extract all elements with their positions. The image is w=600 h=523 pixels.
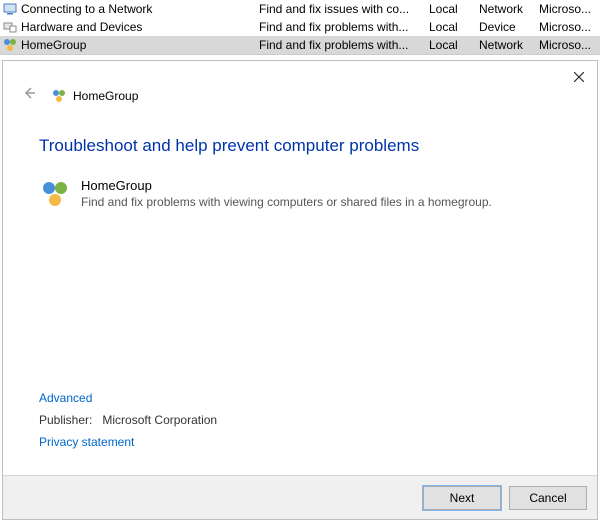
row-desc: Find and fix problems with... xyxy=(259,20,429,34)
homegroup-icon xyxy=(2,37,18,53)
homegroup-icon xyxy=(39,178,71,210)
homegroup-icon xyxy=(51,88,67,104)
dialog-body: Troubleshoot and help prevent computer p… xyxy=(3,106,597,210)
troubleshooter-item[interactable]: HomeGroup Find and fix problems with vie… xyxy=(39,178,561,210)
row-location: Local xyxy=(429,38,479,52)
row-category: Device xyxy=(479,20,539,34)
troubleshooter-list: Connecting to a Network Find and fix iss… xyxy=(0,0,600,55)
page-title: Troubleshoot and help prevent computer p… xyxy=(39,136,561,156)
dialog-header: HomeGroup xyxy=(3,61,597,106)
row-name: Hardware and Devices xyxy=(21,20,259,34)
row-desc: Find and fix problems with... xyxy=(259,38,429,52)
list-row[interactable]: Hardware and Devices Find and fix proble… xyxy=(0,18,600,36)
row-publisher: Microso... xyxy=(539,38,594,52)
close-button[interactable] xyxy=(569,67,589,87)
row-publisher: Microso... xyxy=(539,2,594,16)
device-icon xyxy=(2,19,18,35)
breadcrumb: HomeGroup xyxy=(73,89,138,103)
next-button[interactable]: Next xyxy=(423,486,501,510)
publisher-label: Publisher: xyxy=(39,413,92,427)
advanced-link[interactable]: Advanced xyxy=(39,391,217,405)
dialog-lower: Advanced Publisher: Microsoft Corporatio… xyxy=(39,387,217,453)
row-location: Local xyxy=(429,20,479,34)
privacy-link[interactable]: Privacy statement xyxy=(39,435,217,449)
row-category: Network xyxy=(479,2,539,16)
troubleshooter-dialog: HomeGroup Troubleshoot and help prevent … xyxy=(2,60,598,520)
publisher-row: Publisher: Microsoft Corporation xyxy=(39,413,217,427)
row-desc: Find and fix issues with co... xyxy=(259,2,429,16)
cancel-button[interactable]: Cancel xyxy=(509,486,587,510)
row-name: Connecting to a Network xyxy=(21,2,259,16)
dialog-footer: Next Cancel xyxy=(3,475,597,519)
back-arrow-icon[interactable] xyxy=(21,85,37,106)
list-row[interactable]: HomeGroup Find and fix problems with... … xyxy=(0,36,600,54)
row-publisher: Microso... xyxy=(539,20,594,34)
row-name: HomeGroup xyxy=(21,38,259,52)
item-name: HomeGroup xyxy=(81,178,492,194)
network-icon xyxy=(2,1,18,17)
publisher-value: Microsoft Corporation xyxy=(102,413,217,427)
row-category: Network xyxy=(479,38,539,52)
list-row[interactable]: Connecting to a Network Find and fix iss… xyxy=(0,0,600,18)
row-location: Local xyxy=(429,2,479,16)
item-desc: Find and fix problems with viewing compu… xyxy=(81,195,492,209)
